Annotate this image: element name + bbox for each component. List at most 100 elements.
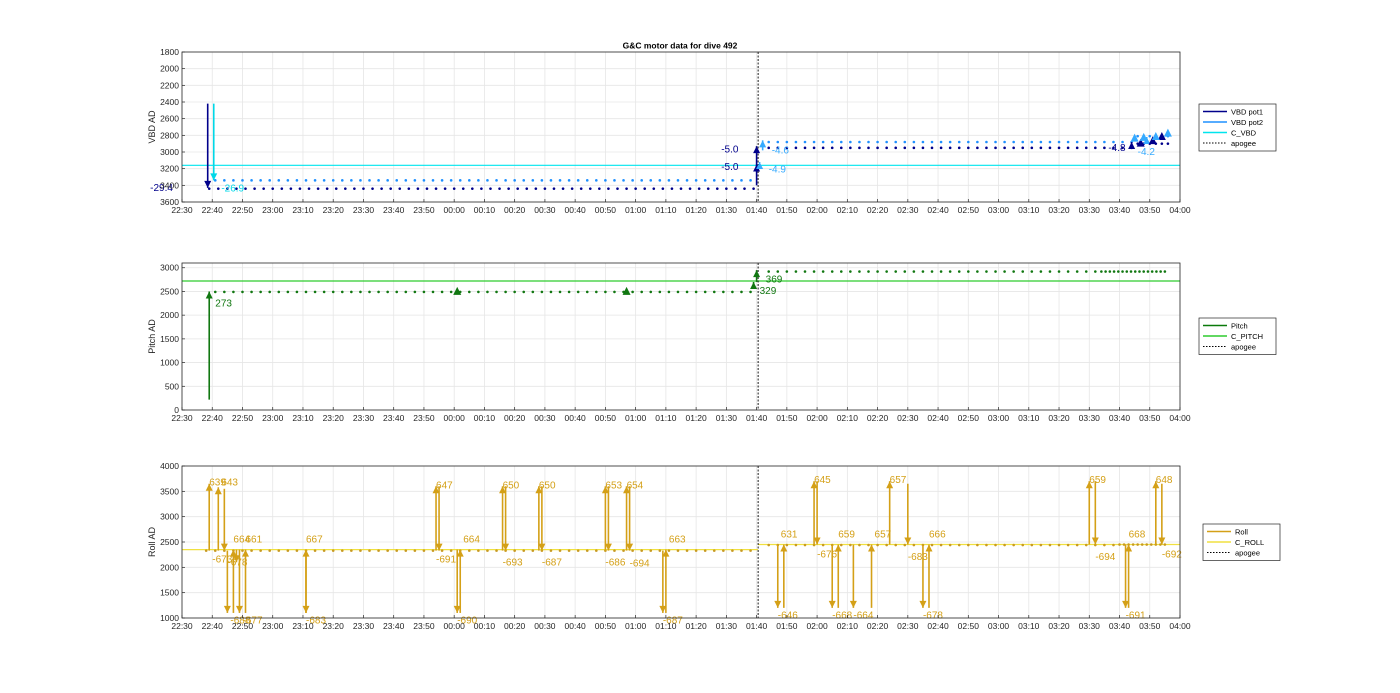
data-point <box>767 146 771 150</box>
x-tick-label: 23:20 <box>323 205 345 215</box>
data-point <box>903 543 907 547</box>
y-tick-label: 2500 <box>160 286 179 296</box>
data-point <box>1039 140 1043 144</box>
data-point <box>398 187 402 190</box>
x-tick-label: 22:40 <box>202 413 224 423</box>
event-label: 666 <box>929 529 946 540</box>
event-label: 329 <box>760 286 777 297</box>
legend-label: apogee <box>1231 342 1256 351</box>
data-point <box>622 549 625 552</box>
event-label: -4.8 <box>1108 143 1126 154</box>
x-tick-label: 00:50 <box>595 413 617 423</box>
x-tick-label: 01:30 <box>716 205 738 215</box>
data-point <box>1057 140 1061 144</box>
data-point <box>1084 543 1088 547</box>
data-point <box>1066 140 1070 144</box>
data-point <box>921 140 925 144</box>
panel-3: 639643-673-688664-678-677661 667-683647-6… <box>147 461 1281 631</box>
data-point <box>516 187 519 190</box>
data-point <box>885 270 888 273</box>
data-point <box>213 549 217 552</box>
data-point <box>706 187 710 190</box>
data-point <box>259 179 262 182</box>
data-point <box>876 140 879 144</box>
event-label: 657 <box>890 475 907 486</box>
data-point <box>416 187 420 190</box>
x-tick-label: 04:00 <box>1169 413 1191 423</box>
data-point <box>930 146 934 150</box>
x-tick-label: 01:20 <box>685 205 707 215</box>
y-tick-label: 3400 <box>160 180 179 190</box>
data-point <box>1138 270 1141 273</box>
data-point <box>461 187 465 190</box>
data-point <box>1075 270 1079 273</box>
data-point <box>286 549 290 552</box>
x-tick-label: 02:20 <box>867 413 889 423</box>
data-point <box>232 290 235 294</box>
data-point <box>985 140 988 144</box>
data-point <box>495 179 498 182</box>
data-point <box>1039 270 1043 273</box>
data-point <box>613 549 616 552</box>
x-tick-label: 03:50 <box>1139 413 1161 423</box>
data-point <box>803 270 807 273</box>
data-point <box>431 290 435 294</box>
data-point <box>640 179 643 182</box>
data-point <box>259 549 262 552</box>
data-point <box>1136 543 1139 546</box>
data-point <box>649 549 653 552</box>
y-tick-label: 4000 <box>160 461 179 471</box>
data-point <box>667 290 671 294</box>
data-point <box>268 290 272 294</box>
data-point <box>1160 142 1164 145</box>
data-point <box>262 187 265 190</box>
data-point <box>867 270 870 273</box>
data-point <box>740 179 743 182</box>
y-tick-label: 3600 <box>160 197 179 207</box>
data-point <box>957 270 961 273</box>
x-tick-label: 00:20 <box>504 621 526 631</box>
data-point <box>585 290 589 294</box>
y-tick-label: 2800 <box>160 130 179 140</box>
data-point <box>489 187 492 190</box>
data-point <box>1039 543 1043 547</box>
data-point <box>404 179 408 182</box>
data-point <box>334 187 338 190</box>
data-point <box>849 543 852 547</box>
data-point <box>1131 543 1135 546</box>
data-point <box>313 179 317 182</box>
data-point <box>449 179 453 182</box>
data-point <box>1039 146 1043 150</box>
x-tick-label: 23:00 <box>262 621 284 631</box>
data-point <box>395 549 399 552</box>
y-tick-label: 1000 <box>160 358 179 368</box>
data-point <box>250 549 253 552</box>
x-tick-label: 03:10 <box>1018 621 1040 631</box>
data-point <box>976 146 979 150</box>
data-point <box>552 187 556 190</box>
data-point <box>1112 543 1115 547</box>
data-point <box>676 549 680 552</box>
data-point <box>794 140 798 144</box>
data-point <box>885 543 888 547</box>
event-label: -691 <box>1126 610 1146 621</box>
event-label: -687 <box>542 557 562 568</box>
data-point <box>386 290 389 294</box>
data-point <box>812 140 816 144</box>
data-point <box>350 179 353 182</box>
data-point <box>1145 543 1149 546</box>
data-point <box>731 549 734 552</box>
event-label: -4.2 <box>1138 147 1156 158</box>
data-point <box>486 549 489 552</box>
data-point <box>967 543 970 547</box>
x-tick-label: 01:50 <box>776 413 798 423</box>
data-point <box>785 270 789 273</box>
x-tick-label: 02:00 <box>806 621 828 631</box>
data-point <box>894 543 898 547</box>
data-point <box>431 549 435 552</box>
data-point <box>277 290 281 294</box>
data-point <box>1030 543 1034 547</box>
data-point <box>939 146 943 150</box>
data-point <box>495 549 498 552</box>
data-point <box>607 187 610 190</box>
